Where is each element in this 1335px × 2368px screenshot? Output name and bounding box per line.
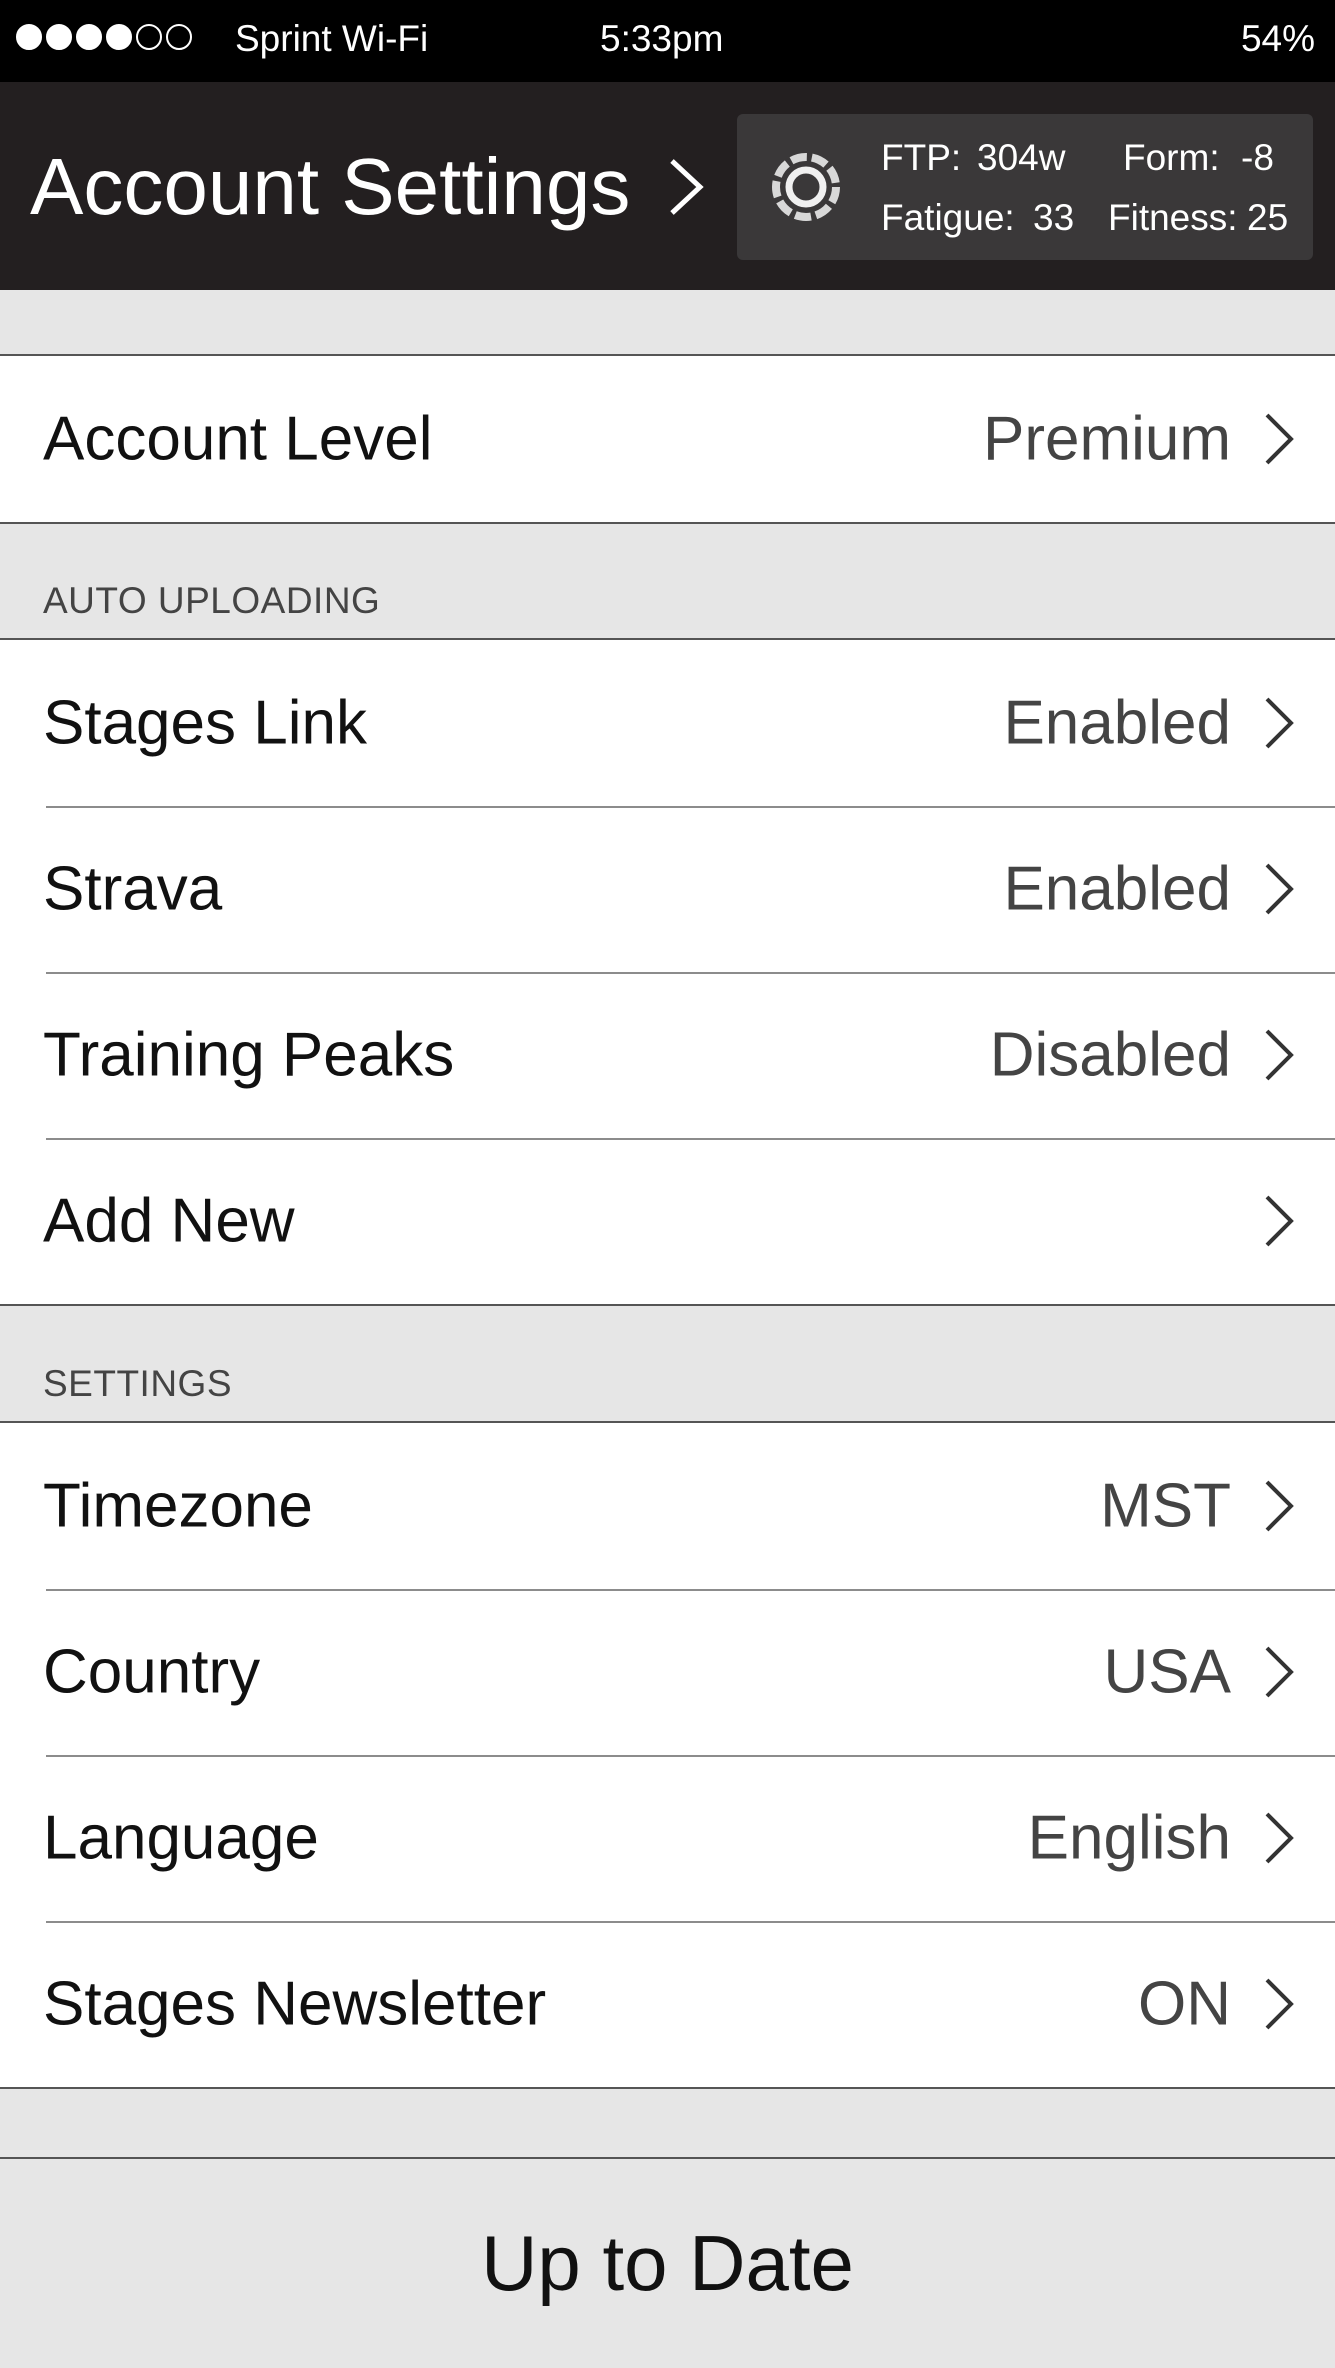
row-value: English [1027,1803,1231,1873]
list-item-stages-newsletter[interactable]: Stages Newsletter ON [0,1921,1335,2087]
row-label: Stages Link [43,688,367,758]
row-value: Enabled [1003,854,1231,924]
row-label: Add New [43,1186,295,1256]
list-item-strava[interactable]: Strava Enabled [0,806,1335,972]
spacer [0,290,1335,354]
fatigue-value: 33 [1033,197,1075,238]
row-value: ON [1138,1969,1231,2039]
row-label: Account Level [43,404,433,474]
signal-dot [166,24,192,50]
row-label: Strava [43,854,223,924]
signal-dot [46,24,72,50]
form-value: -8 [1241,137,1274,178]
account-group: Account Level Premium [0,354,1335,524]
list-item-training-peaks[interactable]: Training Peaks Disabled [0,972,1335,1138]
account-level-row[interactable]: Account Level Premium [0,356,1335,522]
row-label: Country [43,1637,261,1707]
section-header-settings: SETTINGS [43,1363,233,1404]
fitness-label: Fitness: [1108,197,1238,238]
list-item-stages-link[interactable]: Stages Link Enabled [0,640,1335,806]
list-item-language[interactable]: Language English [0,1755,1335,1921]
chevron-right-icon [1265,1029,1294,1081]
signal-dot [16,24,42,50]
up-to-date-button[interactable]: Up to Date [0,2157,1335,2368]
stats-panel[interactable]: FTP: 304w Form: -8 Fatigue: 33 Fitness: … [737,114,1313,260]
row-label: Stages Newsletter [43,1969,547,2039]
chevron-right-icon [1265,863,1294,915]
signal-strength-icon [16,24,192,50]
chevron-right-icon [1265,697,1294,749]
list-item-add-new[interactable]: Add New [0,1138,1335,1304]
form-label: Form: [1123,137,1220,178]
auto-uploading-group: Stages Link Enabled Strava Enabled Train… [0,638,1335,1306]
account-settings-nav[interactable]: Account Settings [30,137,706,237]
section-header-auto-uploading: AUTO UPLOADING [43,580,381,621]
row-value: USA [1103,1637,1231,1707]
list-item-country[interactable]: Country USA [0,1589,1335,1755]
chevron-right-icon [1265,1480,1294,1532]
list-item-timezone[interactable]: Timezone MST [0,1423,1335,1589]
row-value: Premium [982,404,1231,474]
chevron-right-icon [670,159,705,215]
chevron-right-icon [1265,413,1294,465]
fitness-value: 25 [1247,197,1289,238]
row-value: MST [1100,1471,1231,1541]
clock: 5:33pm [600,18,724,59]
chevron-right-icon [1265,1646,1294,1698]
row-value: Disabled [989,1020,1231,1090]
status-bar: Sprint Wi-Fi 5:33pm 54% [0,0,1335,82]
chevron-right-icon [1265,1978,1294,2030]
fatigue-label: Fatigue: [881,197,1015,238]
row-label: Training Peaks [43,1020,455,1090]
chevron-right-icon [1265,1195,1294,1247]
row-label: Timezone [43,1471,313,1541]
carrier-name: Sprint Wi-Fi [235,18,429,59]
signal-dot [136,24,162,50]
page-title: Account Settings [30,142,631,231]
ftp-label: FTP: [881,137,962,178]
stages-logo-icon [772,153,840,221]
battery-level: 54% [1240,18,1315,59]
row-value: Enabled [1003,688,1231,758]
signal-dot [106,24,132,50]
chevron-right-icon [1265,1812,1294,1864]
signal-dot [76,24,102,50]
row-label: Language [43,1803,319,1873]
settings-group: Timezone MST Country USA Language Englis… [0,1421,1335,2089]
app-header: Account Settings FTP: 304w Form: -8 Fati… [0,82,1335,290]
ftp-value: 304w [977,137,1066,178]
